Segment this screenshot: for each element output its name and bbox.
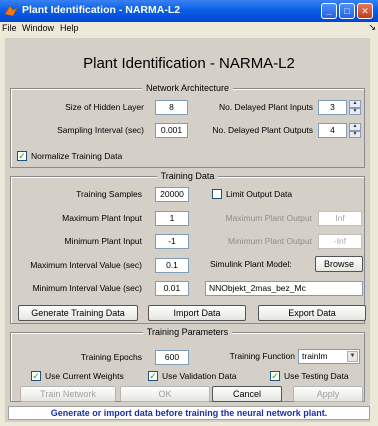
delayed-inputs-label: No. Delayed Plant Inputs [218,102,313,112]
import-data-button[interactable]: Import Data [148,305,246,321]
training-epochs-label: Training Epochs [80,352,142,362]
delayed-outputs-label: No. Delayed Plant Outputs [212,125,313,135]
generate-training-data-button[interactable]: Generate Training Data [18,305,138,321]
normalize-checkbox[interactable]: ✓ [17,151,27,161]
normalize-label: Normalize Training Data [31,151,123,161]
use-validation-label: Use Validation Data [162,371,237,381]
max-interval-label: Maximum Interval Value (sec) [30,260,142,270]
max-plant-input-field[interactable]: 1 [155,211,189,226]
plant-identification-window: Plant Identification - NARMA-L2 _ □ ✕ Fi… [0,0,378,426]
max-plant-input-label: Maximum Plant Input [62,213,142,223]
ok-button[interactable]: OK [120,386,210,402]
train-network-button[interactable]: Train Network [20,386,116,402]
training-function-select[interactable]: trainlm ▼ [298,349,360,364]
training-samples-input[interactable]: 20000 [155,187,189,202]
use-validation-checkbox[interactable]: ✓ [148,371,158,381]
maximize-button[interactable]: □ [339,3,355,19]
use-current-weights-checkbox[interactable]: ✓ [31,371,41,381]
max-plant-output-label: Maximum Plant Output [225,213,312,223]
min-plant-input-label: Minimum Plant Input [64,236,142,246]
close-button[interactable]: ✕ [357,3,373,19]
spinner-up-icon[interactable]: ▲ [349,123,361,131]
min-plant-input-field[interactable]: -1 [155,234,189,249]
training-function-value: trainlm [302,351,328,361]
minimize-icon: _ [326,5,332,16]
min-plant-output-label: Minimum Plant Output [227,236,312,246]
use-testing-label: Use Testing Data [284,371,349,381]
max-interval-input[interactable]: 0.1 [155,258,189,273]
close-icon: ✕ [361,5,369,16]
dock-arrow-icon[interactable]: ↘ [368,22,376,33]
spinner-down-icon[interactable]: ▼ [349,130,361,138]
min-interval-input[interactable]: 0.01 [155,281,189,296]
export-data-button[interactable]: Export Data [258,305,366,321]
use-current-weights-label: Use Current Weights [45,371,124,381]
apply-button[interactable]: Apply [293,386,363,402]
limit-output-checkbox[interactable]: ✓ [212,189,222,199]
dropdown-arrow-icon[interactable]: ▼ [347,351,358,362]
training-data-title: Training Data [156,171,219,181]
use-testing-checkbox[interactable]: ✓ [270,371,280,381]
limit-output-label: Limit Output Data [226,189,293,199]
page-title: Plant Identification - NARMA-L2 [83,55,295,72]
max-plant-output-field: Inf [318,211,362,226]
spinner-up-icon[interactable]: ▲ [349,100,361,108]
simulink-model-input[interactable]: NNObjekt_2mas_bez_Mc [205,281,363,296]
menu-bar: File Window Help ↘ [0,22,378,36]
min-plant-output-field: -Inf [318,234,362,249]
training-function-label: Training Function [229,351,295,361]
training-epochs-input[interactable]: 600 [155,350,189,365]
spinner-down-icon[interactable]: ▼ [349,107,361,115]
window-title: Plant Identification - NARMA-L2 [22,4,181,16]
hidden-layer-input[interactable]: 8 [155,100,188,115]
sampling-interval-input[interactable]: 0.001 [155,123,188,138]
delayed-outputs-input[interactable]: 4 [318,123,347,138]
cancel-button[interactable]: Cancel [212,386,282,402]
menu-window[interactable]: Window [22,23,54,33]
minimize-button[interactable]: _ [321,3,337,19]
network-architecture-title: Network Architecture [141,83,234,93]
simulink-model-label: Simulink Plant Model: [210,259,292,269]
matlab-logo-icon [4,4,18,18]
sampling-interval-label: Sampling Interval (sec) [57,125,144,135]
menu-file[interactable]: File [2,23,17,33]
delayed-inputs-spinner[interactable]: ▲ ▼ [349,100,361,115]
delayed-outputs-spinner[interactable]: ▲ ▼ [349,123,361,138]
training-parameters-title: Training Parameters [142,327,233,337]
maximize-icon: □ [344,5,350,16]
delayed-inputs-input[interactable]: 3 [318,100,347,115]
status-message: Generate or import data before training … [8,406,370,420]
title-bar[interactable]: Plant Identification - NARMA-L2 _ □ ✕ [0,0,378,22]
training-samples-label: Training Samples [76,189,142,199]
hidden-layer-label: Size of Hidden Layer [65,102,144,112]
menu-help[interactable]: Help [60,23,79,33]
browse-button[interactable]: Browse [315,256,363,272]
min-interval-label: Minimum Interval Value (sec) [32,283,142,293]
